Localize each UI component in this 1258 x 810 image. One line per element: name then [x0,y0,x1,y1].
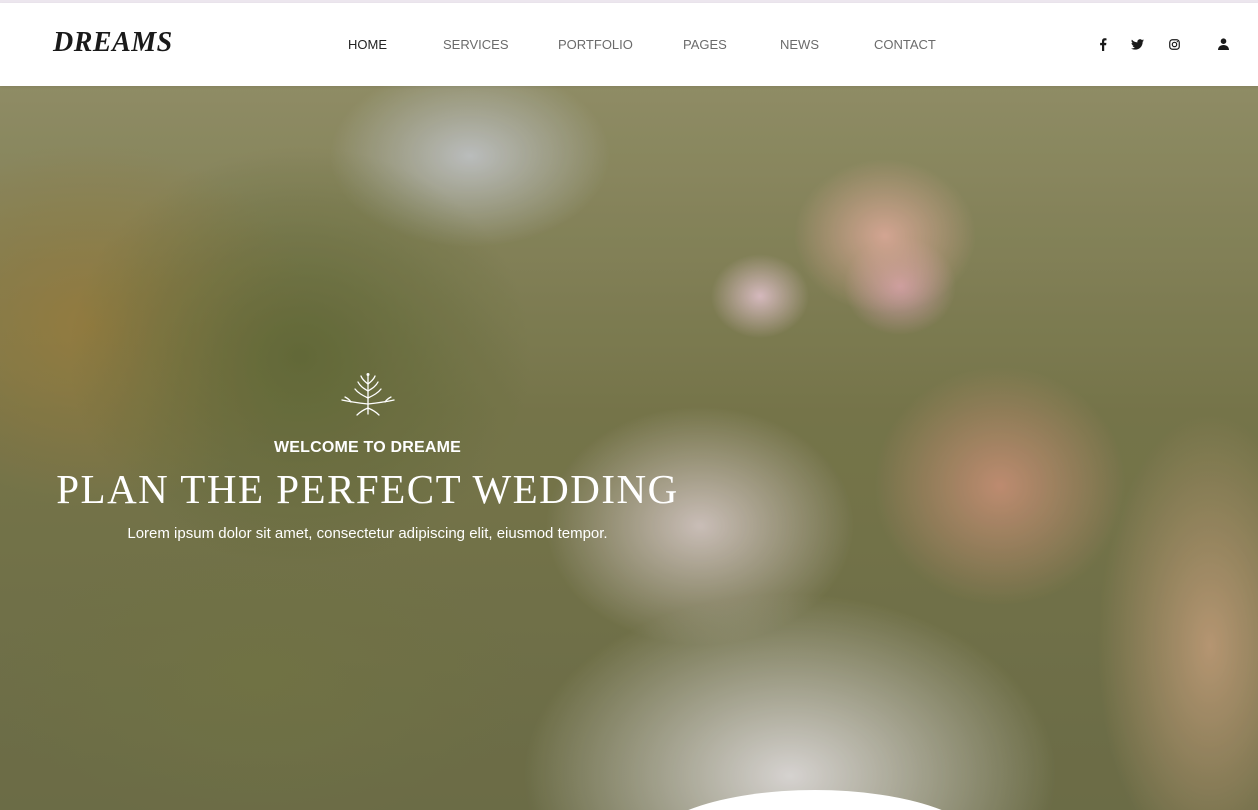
user-icon[interactable] [1214,35,1232,53]
hero-section: WELCOME TO DREAME PLAN THE PERFECT WEDDI… [0,86,1258,810]
leaf-sprig-icon [339,372,397,423]
facebook-icon[interactable] [1094,35,1112,53]
nav-services[interactable]: SERVICES [443,38,509,51]
nav-pages[interactable]: PAGES [683,38,727,51]
logo[interactable]: DREAMS [53,29,173,57]
twitter-icon[interactable] [1128,35,1146,53]
hero-subtitle: Lorem ipsum dolor sit amet, consectetur … [127,525,608,542]
nav-home[interactable]: HOME [348,38,387,51]
nav-portfolio[interactable]: PORTFOLIO [558,38,633,51]
hero-kicker: WELCOME TO DREAME [273,439,462,456]
main-nav: HOME SERVICES PORTFOLIO PAGES NEWS CONTA… [0,3,1258,86]
hero-content: WELCOME TO DREAME PLAN THE PERFECT WEDDI… [0,86,735,810]
hero-title: PLAN THE PERFECT WEDDING [56,466,679,512]
instagram-icon[interactable] [1165,35,1183,53]
nav-contact[interactable]: CONTACT [874,38,936,51]
site-header: DREAMS HOME SERVICES PORTFOLIO PAGES NEW… [0,3,1258,86]
nav-news[interactable]: NEWS [780,38,819,51]
